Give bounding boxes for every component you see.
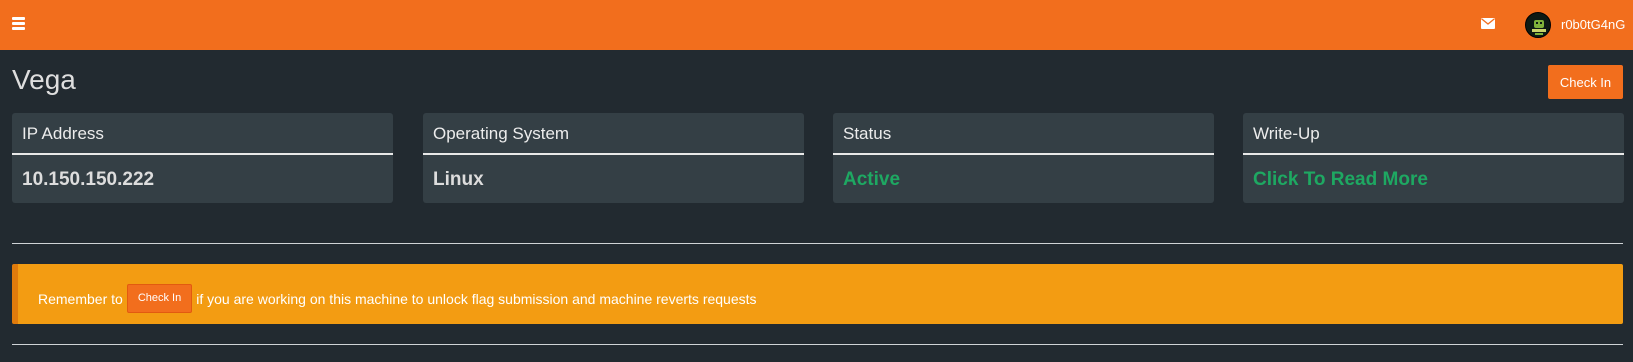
hamburger-menu-icon[interactable]	[12, 17, 25, 30]
card-label: Write-Up	[1243, 113, 1624, 155]
operating-system-value: Linux	[433, 169, 484, 190]
status-value: Active	[843, 169, 901, 190]
envelope-icon[interactable]	[1481, 18, 1495, 29]
operating-system-card: Operating System Linux	[423, 113, 804, 203]
card-label: IP Address	[12, 113, 393, 155]
username-label[interactable]: r0b0tG4nG	[1561, 17, 1625, 32]
card-label: Status	[833, 113, 1214, 155]
top-navbar: r0b0tG4nG	[0, 0, 1633, 50]
write-up-card: Write-Up Click To Read More	[1243, 113, 1624, 203]
alert-check-in-button[interactable]: Check In	[126, 284, 193, 313]
ip-address-value: 10.150.150.222	[22, 169, 155, 190]
avatar-robot-icon	[1526, 13, 1550, 37]
alert-message: Remember to Check In if you are working …	[38, 284, 757, 313]
divider	[12, 243, 1623, 244]
status-card: Status Active	[833, 113, 1214, 203]
divider	[12, 344, 1623, 345]
card-label: Operating System	[423, 113, 804, 155]
check-in-reminder-alert: Remember to Check In if you are working …	[12, 264, 1623, 324]
alert-text-before: Remember to	[38, 290, 123, 307]
check-in-button[interactable]: Check In	[1548, 65, 1623, 99]
page-title: Vega	[12, 64, 76, 95]
user-avatar[interactable]	[1525, 12, 1551, 38]
write-up-link[interactable]: Click To Read More	[1243, 155, 1624, 191]
ip-address-card: IP Address 10.150.150.222	[12, 113, 393, 203]
alert-text-after: if you are working on this machine to un…	[196, 290, 757, 307]
